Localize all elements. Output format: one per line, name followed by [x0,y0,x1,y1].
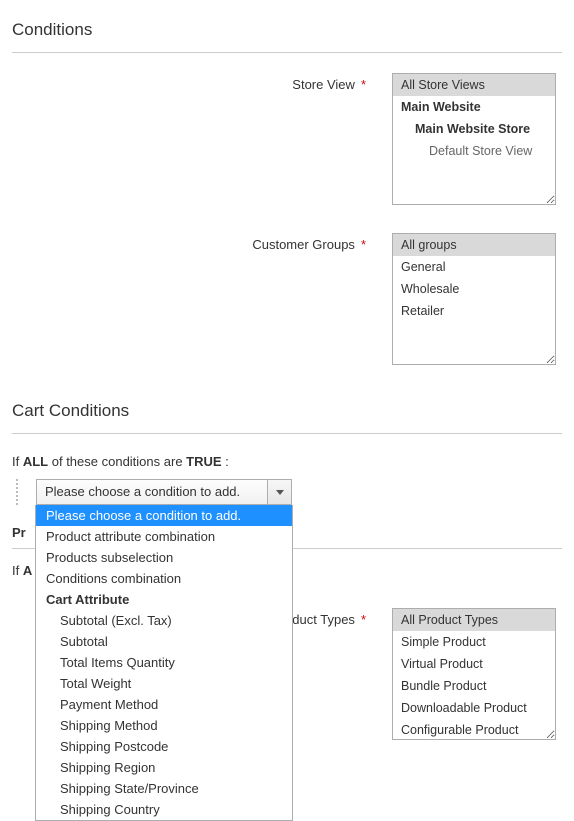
multiselect-option[interactable]: Retailer [393,300,555,322]
if-prefix: If [12,563,23,578]
a-partial: A [23,563,32,578]
customer-groups-label-text: Customer Groups [252,237,355,252]
multiselect-option[interactable]: Bundle Product [393,675,555,697]
required-asterisk: * [361,237,366,252]
multiselect-option[interactable]: Configurable Product [393,719,555,740]
multiselect-option[interactable]: Default Store View [393,140,555,162]
cart-conditions-section-title: Cart Conditions [12,393,562,434]
customer-groups-row: Customer Groups * All groupsGeneralWholes… [12,233,562,365]
chevron-down-icon [276,490,284,495]
customer-groups-multiselect[interactable]: All groupsGeneralWholesaleRetailer [392,233,556,365]
dropdown-option[interactable]: Subtotal [36,631,292,652]
cond-mid: of these conditions are [48,454,186,469]
customer-groups-label: Customer Groups * [12,233,392,252]
product-types-multiselect[interactable]: All Product TypesSimple ProductVirtual P… [392,608,556,740]
dropdown-option[interactable]: Shipping State/Province [36,778,292,799]
cond-prefix: If [12,454,23,469]
store-view-row: Store View * All Store ViewsMain WebsiteM… [12,73,562,205]
store-view-multiselect[interactable]: All Store ViewsMain WebsiteMain Website … [392,73,556,205]
multiselect-option[interactable]: Wholesale [393,278,555,300]
condition-dropdown[interactable]: Please choose a condition to add.Product… [35,505,293,821]
dropdown-option[interactable]: Total Items Quantity [36,652,292,673]
dropdown-option[interactable]: Product attribute combination [36,526,292,547]
dropdown-option[interactable]: Payment Method [36,694,292,715]
pr-partial: Pr [12,525,26,540]
multiselect-option[interactable]: Main Website [393,96,555,118]
multiselect-option[interactable]: All Product Types [393,609,555,631]
conditions-section-title: Conditions [12,12,562,53]
condition-select-holder: Please choose a condition to add. Please… [36,479,292,505]
store-view-label-text: Store View [292,77,355,92]
multiselect-option[interactable]: All Store Views [393,74,555,96]
dropdown-option[interactable]: Conditions combination [36,568,292,589]
dropdown-option[interactable]: Shipping Method [36,715,292,736]
dropdown-option[interactable]: Shipping Country [36,799,292,820]
cond-all-link[interactable]: ALL [23,454,48,469]
dropdown-option[interactable]: Products subselection [36,547,292,568]
condition-select[interactable]: Please choose a condition to add. [36,479,292,505]
dropdown-option[interactable]: Shipping Region [36,757,292,778]
multiselect-option[interactable]: All groups [393,234,555,256]
conditions-tree: Please choose a condition to add. Please… [16,479,562,505]
condition-select-button[interactable] [267,480,291,504]
multiselect-option[interactable]: General [393,256,555,278]
multiselect-option[interactable]: Main Website Store [393,118,555,140]
dropdown-option[interactable]: Shipping Postcode [36,736,292,757]
dropdown-option[interactable]: Subtotal (Excl. Tax) [36,610,292,631]
cond-true-link[interactable]: TRUE [186,454,221,469]
condition-select-value: Please choose a condition to add. [37,480,267,504]
multiselect-option[interactable]: Simple Product [393,631,555,653]
dropdown-option[interactable]: Please choose a condition to add. [36,505,292,526]
required-asterisk: * [361,77,366,92]
cond-suffix: : [222,454,229,469]
conditions-sentence: If ALL of these conditions are TRUE : [12,454,562,469]
dropdown-option[interactable]: Total Weight [36,673,292,694]
dropdown-option[interactable]: Cart Attribute [36,589,292,610]
store-view-label: Store View * [12,73,392,92]
required-asterisk: * [361,612,366,627]
multiselect-option[interactable]: Downloadable Product [393,697,555,719]
multiselect-option[interactable]: Virtual Product [393,653,555,675]
